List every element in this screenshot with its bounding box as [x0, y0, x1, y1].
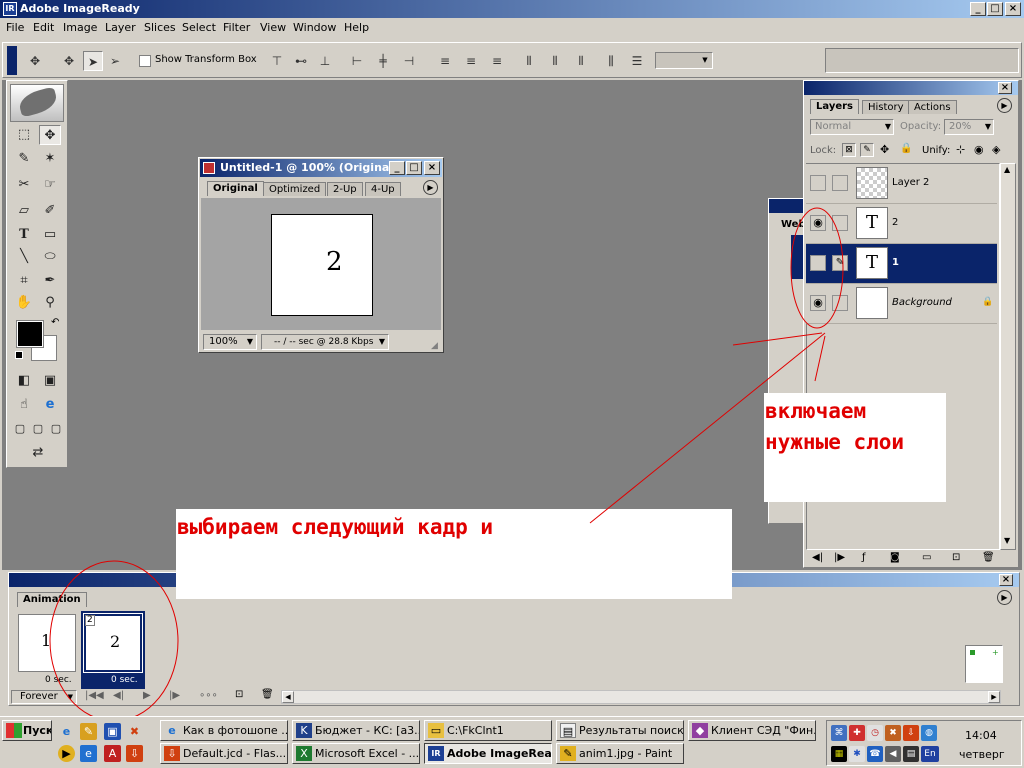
quicklaunch-ie2-icon[interactable]: e [80, 745, 97, 762]
task-button[interactable]: IR Adobe ImageRea... [424, 743, 552, 764]
tray-phone-icon[interactable]: ☎ [867, 746, 883, 762]
task-label: Adobe ImageRea... [447, 747, 552, 760]
paint-icon: ✎ [560, 746, 576, 761]
task-label: anim1.jpg - Paint [579, 747, 673, 760]
task-button[interactable]: e Как в фотошопе ... [160, 720, 288, 741]
tray-security-icon[interactable]: ▤ [903, 746, 919, 762]
excel-icon: X [296, 746, 312, 761]
ie-icon[interactable]: e [58, 723, 75, 740]
taskbar: Пуск e ✎ ▣ ✖ ▶ e A ⇩ e Как в фотошопе ..… [0, 716, 1024, 768]
tray-clock-icon[interactable]: ◷ [867, 725, 883, 741]
layers-visibility-circle [790, 207, 844, 329]
tray-flash-icon[interactable]: ⇩ [903, 725, 919, 741]
tray-display-icon[interactable]: ▦ [831, 746, 847, 762]
budget-app-icon: K [296, 723, 312, 738]
search-results-icon: ▤ [560, 723, 576, 738]
tray-network-icon[interactable]: ⌘ [831, 725, 847, 741]
flash-icon: ⇩ [164, 746, 180, 761]
ie-page-icon: e [168, 724, 176, 737]
clock[interactable]: 14:04 [965, 729, 997, 742]
task-button[interactable]: ◆ Клиент СЭД "Фин... [688, 720, 816, 741]
task-label: Бюджет - КС: [a3... [315, 724, 420, 737]
task-label: Microsoft Excel - ... [315, 747, 420, 760]
tray-globe-icon[interactable]: ◍ [921, 725, 937, 741]
start-label: Пуск [23, 724, 52, 737]
annotation-line [814, 335, 826, 382]
quicklaunch-tools-icon[interactable]: ✖ [126, 723, 143, 740]
task-button[interactable]: ▭ C:\FkClnt1 [424, 720, 552, 741]
task-label: Как в фотошопе ... [183, 724, 288, 737]
day-label: четверг [959, 748, 1005, 761]
foreground-color-swatch[interactable] [16, 320, 44, 348]
task-button[interactable]: K Бюджет - КС: [a3... [292, 720, 420, 741]
frame-number: 2 [85, 615, 95, 626]
system-tray: ⌘ ✚ ◷ ✖ ⇩ ◍ ▦ ✱ ☎ ◀ ▤ En 14:04 четверг [826, 720, 1022, 766]
folder-icon: ▭ [428, 723, 444, 738]
task-button[interactable]: ✎ anim1.jpg - Paint [556, 743, 684, 764]
quicklaunch-pencil-icon[interactable]: ✎ [80, 723, 97, 740]
quicklaunch-flash-icon[interactable]: ⇩ [126, 745, 143, 762]
show-desktop-icon[interactable]: ▣ [104, 723, 121, 740]
task-label: C:\FkClnt1 [447, 724, 504, 737]
start-button[interactable]: Пуск [2, 720, 52, 741]
task-label: Результаты поиска [579, 724, 684, 737]
annotation-line [589, 332, 826, 524]
tray-volume-icon[interactable]: ◀ [885, 746, 901, 762]
acrobat-icon[interactable]: A [104, 745, 121, 762]
language-indicator[interactable]: En [921, 746, 939, 762]
annotation-line [732, 332, 823, 346]
windows-logo-icon [6, 723, 22, 738]
tray-tools-icon[interactable]: ✖ [885, 725, 901, 741]
task-button[interactable]: X Microsoft Excel - ... [292, 743, 420, 764]
task-label: Клиент СЭД "Фин... [711, 724, 816, 737]
tray-antivirus-icon[interactable]: ✚ [849, 725, 865, 741]
tray-bluetooth-icon[interactable]: ✱ [849, 746, 865, 762]
imageready-icon: IR [428, 746, 444, 761]
task-button[interactable]: ▤ Результаты поиска [556, 720, 684, 741]
task-label: Default.jcd - Flas... [183, 747, 287, 760]
media-player-icon[interactable]: ▶ [58, 745, 75, 762]
task-button[interactable]: ⇩ Default.jcd - Flas... [160, 743, 288, 764]
frame-circle [49, 560, 179, 722]
annotation-overlay [49, 207, 844, 722]
sed-client-icon: ◆ [692, 723, 708, 738]
